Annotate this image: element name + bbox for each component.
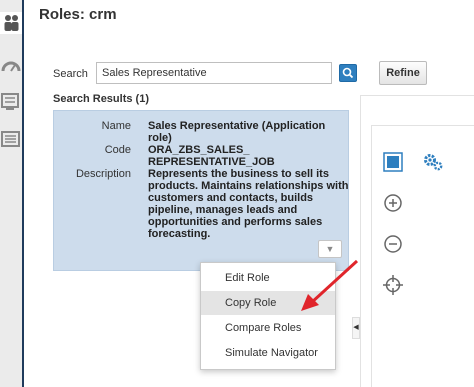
zoom-out-icon[interactable] (382, 233, 404, 255)
search-button[interactable] (339, 64, 357, 82)
code-value-line1: ORA_ZBS_SALES_ (148, 144, 250, 156)
code-value-line2: REPRESENTATIVE_JOB (148, 156, 275, 168)
gear-icon[interactable] (422, 151, 444, 173)
description-line: forecasting. (148, 228, 211, 240)
name-value-line1: Sales Representative (Application (148, 120, 326, 132)
refine-button[interactable]: Refine (379, 61, 427, 85)
description-label: Description (75, 168, 131, 180)
left-nav-rail (0, 0, 23, 387)
description-line: pipeline, manages leads and (148, 204, 298, 216)
search-results-heading: Search Results (1) (53, 93, 149, 105)
report-icon[interactable] (0, 90, 22, 112)
name-label: Name (101, 120, 131, 132)
people-icon[interactable] (0, 12, 22, 34)
code-label: Code (104, 144, 131, 156)
chevron-down-icon: ▼ (325, 244, 335, 254)
list-icon[interactable] (0, 128, 22, 150)
search-icon (342, 67, 354, 79)
search-label: Search (53, 68, 88, 80)
crosshair-icon[interactable] (382, 274, 404, 296)
select-icon[interactable] (382, 151, 404, 173)
name-value-line2: role) (148, 132, 172, 144)
menu-item-compare-roles[interactable]: Compare Roles (201, 316, 335, 340)
dashboard-icon[interactable] (0, 55, 22, 77)
annotation-arrow (301, 259, 359, 311)
collapse-icon[interactable]: ◀ (352, 317, 360, 339)
description-line: products. Maintains relationships with (148, 180, 349, 192)
description-line: Represents the business to sell its (148, 168, 329, 180)
page-title: Roles: crm (39, 6, 117, 23)
menu-item-simulate-navigator[interactable]: Simulate Navigator (201, 341, 335, 365)
description-line: customers and contacts, builds (148, 192, 314, 204)
zoom-in-icon[interactable] (382, 192, 404, 214)
search-input[interactable] (96, 62, 332, 84)
nav-divider-bar (22, 0, 24, 387)
description-line: opportunities and performs sales (148, 216, 323, 228)
